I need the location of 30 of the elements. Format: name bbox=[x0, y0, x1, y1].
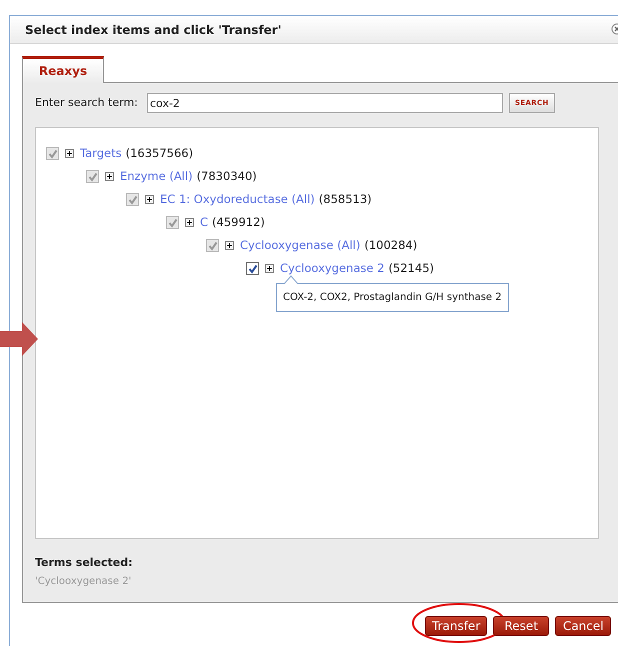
tree-item-link[interactable]: Enzyme (All) bbox=[120, 168, 193, 186]
tree-item-link[interactable]: Targets bbox=[80, 144, 122, 162]
expand-icon[interactable] bbox=[105, 172, 114, 181]
search-field[interactable]: cox-2 bbox=[147, 93, 503, 113]
terms-selected-label: Terms selected: bbox=[35, 555, 134, 571]
expand-icon[interactable] bbox=[145, 195, 154, 204]
item-count: (7830340) bbox=[196, 168, 257, 185]
search-label: Enter search term: bbox=[35, 94, 139, 111]
item-count: (100284) bbox=[364, 236, 418, 254]
tab[interactable]: Reaxys bbox=[22, 56, 104, 83]
tooltip-pointer bbox=[284, 275, 298, 284]
tree-item-link[interactable]: C bbox=[200, 214, 208, 232]
item-count: (858513) bbox=[318, 190, 372, 208]
dialog-button[interactable]: Transfer bbox=[425, 616, 488, 636]
item-count: (459912) bbox=[212, 214, 265, 231]
item-count: (52145) bbox=[388, 260, 434, 277]
expand-icon[interactable] bbox=[65, 149, 74, 158]
expand-icon[interactable] bbox=[185, 218, 194, 227]
tooltip: COX-2, COX2, Prostaglandin G/H synthase 2 bbox=[276, 283, 509, 312]
tree-item-link[interactable]: Cyclooxygenase 2 bbox=[280, 260, 384, 278]
arrow-drawing bbox=[0, 322, 38, 356]
tree-item-link[interactable]: Cyclooxygenase (All) bbox=[240, 236, 360, 254]
dialog-title: Select index items and click 'Transfer' bbox=[25, 22, 282, 38]
expand-icon[interactable] bbox=[225, 241, 234, 250]
dialog-button[interactable]: Reset bbox=[493, 616, 550, 636]
tree-item-link[interactable]: EC 1: Oxydoreductase (All) bbox=[160, 190, 315, 208]
terms-selected-value: 'Cyclooxygenase 2' bbox=[35, 574, 132, 588]
expand-icon[interactable] bbox=[265, 264, 274, 273]
dialog-button[interactable]: Cancel bbox=[555, 616, 612, 636]
item-count: (16357566) bbox=[126, 144, 194, 162]
